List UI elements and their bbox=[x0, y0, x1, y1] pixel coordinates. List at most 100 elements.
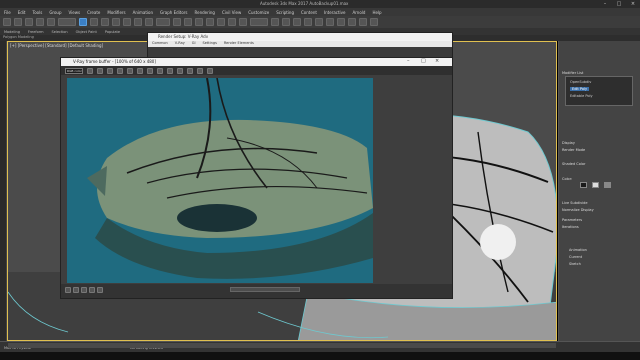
rendered-image[interactable] bbox=[67, 78, 373, 283]
vfb-stamp-icon[interactable] bbox=[89, 287, 95, 293]
keyboard-shortcut-icon[interactable] bbox=[195, 18, 203, 26]
vfb-lens-effects-icon[interactable] bbox=[73, 287, 79, 293]
vfb-info-icon[interactable] bbox=[97, 287, 103, 293]
vfb-color-correction-icon[interactable] bbox=[81, 287, 87, 293]
redo-icon[interactable] bbox=[14, 18, 22, 26]
menu-animation[interactable]: Animation bbox=[133, 10, 153, 15]
rs-tab-render-elements[interactable]: Render Elements bbox=[224, 41, 254, 47]
alpha-channel-icon[interactable] bbox=[117, 67, 123, 74]
region-render-icon[interactable] bbox=[187, 67, 193, 74]
percent-snap-icon[interactable] bbox=[228, 18, 236, 26]
layer-explorer-icon[interactable] bbox=[304, 18, 312, 26]
close-icon[interactable]: × bbox=[626, 0, 640, 8]
rs-tab-common[interactable]: Common bbox=[152, 41, 168, 47]
menu-create[interactable]: Create bbox=[87, 10, 100, 15]
vfb-history-icon[interactable] bbox=[65, 287, 71, 293]
option-live-subdivide[interactable]: Live Subdivide bbox=[562, 201, 588, 205]
vfb-close-icon[interactable]: × bbox=[435, 58, 439, 64]
undo-icon[interactable] bbox=[3, 18, 11, 26]
menu-scripting[interactable]: Scripting bbox=[276, 10, 294, 15]
red-channel-icon[interactable] bbox=[87, 67, 93, 74]
time-slider[interactable] bbox=[8, 343, 556, 348]
tab-populate[interactable]: Populate bbox=[105, 30, 120, 34]
maximize-icon[interactable]: □ bbox=[612, 0, 626, 8]
load-image-icon[interactable] bbox=[147, 67, 153, 74]
selection-filter-icon[interactable] bbox=[58, 18, 76, 26]
mirror-icon[interactable] bbox=[271, 18, 279, 26]
stack-item-editable-poly[interactable]: Editable Poly bbox=[570, 94, 593, 98]
menu-civil-view[interactable]: Civil View bbox=[222, 10, 241, 15]
save-image-icon[interactable] bbox=[137, 67, 143, 74]
clear-image-icon[interactable] bbox=[157, 67, 163, 74]
option-normalize-display[interactable]: Normalize Display bbox=[562, 208, 594, 212]
stack-item-opensubdiv[interactable]: OpenSubdiv bbox=[570, 80, 591, 84]
menu-graph-editors[interactable]: Graph Editors bbox=[160, 10, 187, 15]
vfb-minimize-icon[interactable]: – bbox=[407, 58, 410, 64]
rollout-display[interactable]: Display bbox=[562, 141, 575, 145]
schematic-view-icon[interactable] bbox=[326, 18, 334, 26]
rgb-channel-select[interactable]: RGB color bbox=[65, 67, 83, 74]
menu-interactive[interactable]: Interactive bbox=[324, 10, 346, 15]
select-manipulate-icon[interactable] bbox=[184, 18, 192, 26]
color-swatch-gray[interactable] bbox=[604, 182, 611, 188]
menu-rendering[interactable]: Rendering bbox=[195, 10, 215, 15]
color-swatch-black[interactable] bbox=[580, 182, 587, 188]
window-crossing-icon[interactable] bbox=[112, 18, 120, 26]
align-icon[interactable] bbox=[282, 18, 290, 26]
vfb-title-bar[interactable]: V-Ray frame buffer - [100% of 640 x 480]… bbox=[61, 58, 452, 66]
menu-content[interactable]: Content bbox=[301, 10, 317, 15]
spinner-snap-icon[interactable] bbox=[239, 18, 247, 26]
menu-modifiers[interactable]: Modifiers bbox=[107, 10, 125, 15]
tab-object-paint[interactable]: Object Paint bbox=[76, 30, 97, 34]
mono-icon[interactable] bbox=[127, 67, 133, 74]
duplicate-to-max-vfb-icon[interactable] bbox=[167, 67, 173, 74]
curve-editor-icon[interactable] bbox=[315, 18, 323, 26]
select-by-name-icon[interactable] bbox=[90, 18, 98, 26]
track-mouse-icon[interactable] bbox=[177, 67, 183, 74]
color-swatch-white[interactable] bbox=[592, 182, 599, 188]
minimize-icon[interactable]: – bbox=[598, 0, 612, 8]
move-icon[interactable] bbox=[123, 18, 131, 26]
menu-group[interactable]: Group bbox=[49, 10, 61, 15]
blue-channel-icon[interactable] bbox=[107, 67, 113, 74]
tab-selection[interactable]: Selection bbox=[52, 30, 68, 34]
render-last-icon[interactable] bbox=[197, 67, 203, 74]
pivot-center-icon[interactable] bbox=[173, 18, 181, 26]
rs-tab-settings[interactable]: Settings bbox=[203, 41, 217, 47]
unlink-icon[interactable] bbox=[36, 18, 44, 26]
menu-tools[interactable]: Tools bbox=[32, 10, 42, 15]
angle-snap-icon[interactable] bbox=[217, 18, 225, 26]
stop-render-icon[interactable] bbox=[207, 67, 213, 74]
green-channel-icon[interactable] bbox=[97, 67, 103, 74]
stack-item-edit-poly[interactable]: Edit Poly bbox=[570, 87, 590, 91]
menu-help[interactable]: Help bbox=[372, 10, 381, 15]
scene-explorer-icon[interactable] bbox=[293, 18, 301, 26]
scale-icon[interactable] bbox=[145, 18, 153, 26]
menu-views[interactable]: Views bbox=[69, 10, 81, 15]
bind-space-warp-icon[interactable] bbox=[47, 18, 55, 26]
rendered-frame-window-icon[interactable] bbox=[359, 18, 367, 26]
vfb-maximize-icon[interactable]: □ bbox=[421, 58, 426, 64]
mode-option-current[interactable]: Current bbox=[569, 255, 582, 259]
render-setup-title-bar[interactable]: Render Setup: V-Ray Adv bbox=[148, 33, 452, 41]
material-editor-icon[interactable] bbox=[337, 18, 345, 26]
mode-option-sketch[interactable]: Sketch bbox=[569, 262, 581, 266]
link-icon[interactable] bbox=[25, 18, 33, 26]
snaps-toggle-icon[interactable] bbox=[206, 18, 214, 26]
menu-file[interactable]: File bbox=[4, 10, 11, 15]
menu-arnold[interactable]: Arnold bbox=[352, 10, 365, 15]
select-object-icon[interactable] bbox=[79, 18, 87, 26]
rollout-parameters[interactable]: Parameters bbox=[562, 218, 582, 222]
render-production-icon[interactable] bbox=[370, 18, 378, 26]
modifier-list-dropdown[interactable]: Modifier List bbox=[562, 71, 583, 75]
named-selection-icon[interactable] bbox=[250, 18, 268, 26]
rs-tab-vray[interactable]: V-Ray bbox=[175, 41, 185, 47]
menu-edit[interactable]: Edit bbox=[18, 10, 26, 15]
reference-coordinate-icon[interactable] bbox=[156, 18, 170, 26]
mode-option-animation[interactable]: Animation bbox=[569, 248, 587, 252]
rotate-icon[interactable] bbox=[134, 18, 142, 26]
vfb-horizontal-scrollbar[interactable] bbox=[230, 287, 300, 292]
tab-freeform[interactable]: Freeform bbox=[28, 30, 44, 34]
menu-customize[interactable]: Customize bbox=[248, 10, 269, 15]
rs-tab-gi[interactable]: GI bbox=[192, 41, 196, 47]
